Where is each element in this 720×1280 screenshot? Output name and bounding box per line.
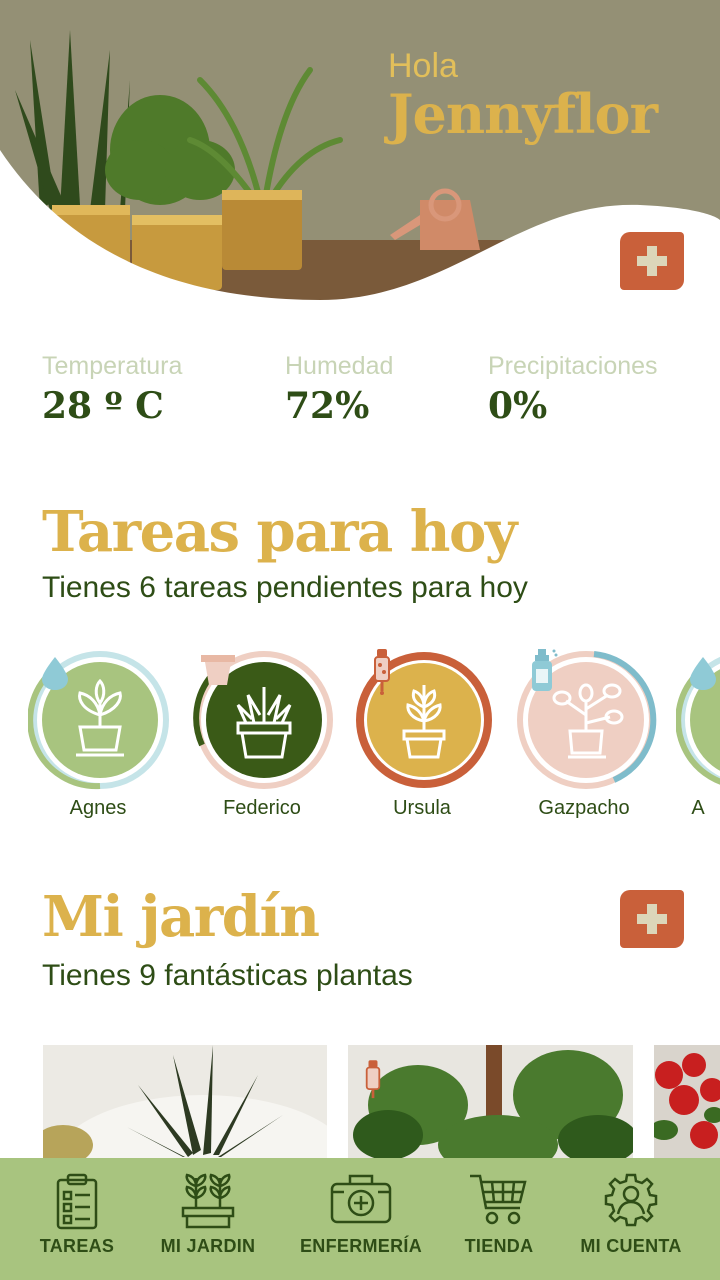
planter-icon (181, 1173, 235, 1229)
task-plant-agnes[interactable]: Agnes (28, 645, 169, 825)
spray-bottle-icon (532, 649, 558, 691)
nav-label: TIENDA (464, 1236, 534, 1256)
nav-label: ENFERMERÍA (300, 1236, 423, 1256)
stat-temperature: Temperatura 28 º C (42, 350, 182, 430)
nav-mi-jardin[interactable]: MI JARDIN (156, 1158, 260, 1280)
stat-value: 28 º C (42, 385, 164, 427)
plant-card-monstera[interactable] (348, 1045, 633, 1160)
garden-title: Mi jardín (42, 884, 320, 950)
bottom-nav: TAREAS MI JARDIN ENFERMERÍA TIENDA MI CU… (0, 1158, 720, 1280)
plant-photo (43, 1045, 327, 1160)
nav-enfermeria[interactable]: ENFERMERÍA (300, 1158, 422, 1280)
task-plant-name: Gazpacho (538, 797, 630, 819)
task-plant-ursula[interactable]: Ursula (352, 645, 492, 825)
plus-icon (637, 246, 667, 276)
stat-humidity: Humedad 72% (285, 350, 393, 430)
stat-label: Precipitaciones (488, 352, 658, 380)
shopping-cart-icon (470, 1174, 527, 1225)
task-carousel[interactable]: Agnes Federico Ursula Gazpacho A (0, 645, 720, 830)
task-plant-name: Federico (223, 797, 301, 819)
user-name: Jennyflor (388, 82, 658, 146)
weather-stats: Temperatura 28 º C Humedad 72% Precipita… (0, 350, 720, 440)
task-plant-partial[interactable]: A (676, 645, 720, 825)
flower-pot-icon (201, 655, 235, 685)
water-drop-icon (690, 657, 716, 690)
nav-tienda[interactable]: TIENDA (460, 1158, 538, 1280)
stat-precipitation: Precipitaciones 0% (488, 350, 658, 430)
garden-subtitle: Tienes 9 fantásticas plantas (42, 959, 413, 992)
add-plant-button[interactable] (620, 890, 684, 948)
stat-label: Humedad (285, 352, 394, 380)
stat-value: 0% (488, 385, 548, 427)
clipboard-checklist-icon (56, 1173, 98, 1230)
greeting-text: Hola (388, 47, 458, 85)
garden-cards[interactable] (0, 1045, 720, 1160)
water-drop-icon (42, 657, 68, 690)
add-task-button[interactable] (620, 232, 684, 290)
nav-mi-cuenta[interactable]: MI CUENTA (578, 1158, 684, 1280)
plant-photo (654, 1045, 720, 1160)
task-plant-federico[interactable]: Federico (192, 645, 333, 825)
stat-value: 72% (285, 385, 370, 427)
plant-card-succulent[interactable] (43, 1045, 327, 1160)
task-plant-name: Agnes (69, 797, 127, 819)
dropper-icon (365, 1060, 381, 1099)
task-plant-name: Ursula (393, 797, 451, 819)
first-aid-kit-icon (330, 1174, 392, 1224)
plant-card-geranium[interactable] (654, 1045, 720, 1160)
nav-label: MI CUENTA (580, 1236, 682, 1256)
user-gear-icon (604, 1173, 658, 1227)
dropper-icon (374, 649, 390, 695)
greeting-block: Hola Jennyflor (388, 46, 658, 146)
tasks-subtitle: Tienes 6 tareas pendientes para hoy (42, 571, 528, 604)
hero-banner: Hola Jennyflor (0, 0, 720, 310)
nav-label: MI JARDIN (160, 1236, 256, 1256)
task-plant-name: A (691, 797, 705, 819)
plus-icon (637, 904, 667, 934)
tasks-title: Tareas para hoy (42, 499, 517, 565)
task-plant-gazpacho[interactable]: Gazpacho (514, 645, 657, 825)
nav-tareas[interactable]: TAREAS (30, 1158, 124, 1280)
nav-label: TAREAS (39, 1236, 115, 1256)
plant-photo (348, 1045, 633, 1160)
stat-label: Temperatura (42, 352, 183, 380)
